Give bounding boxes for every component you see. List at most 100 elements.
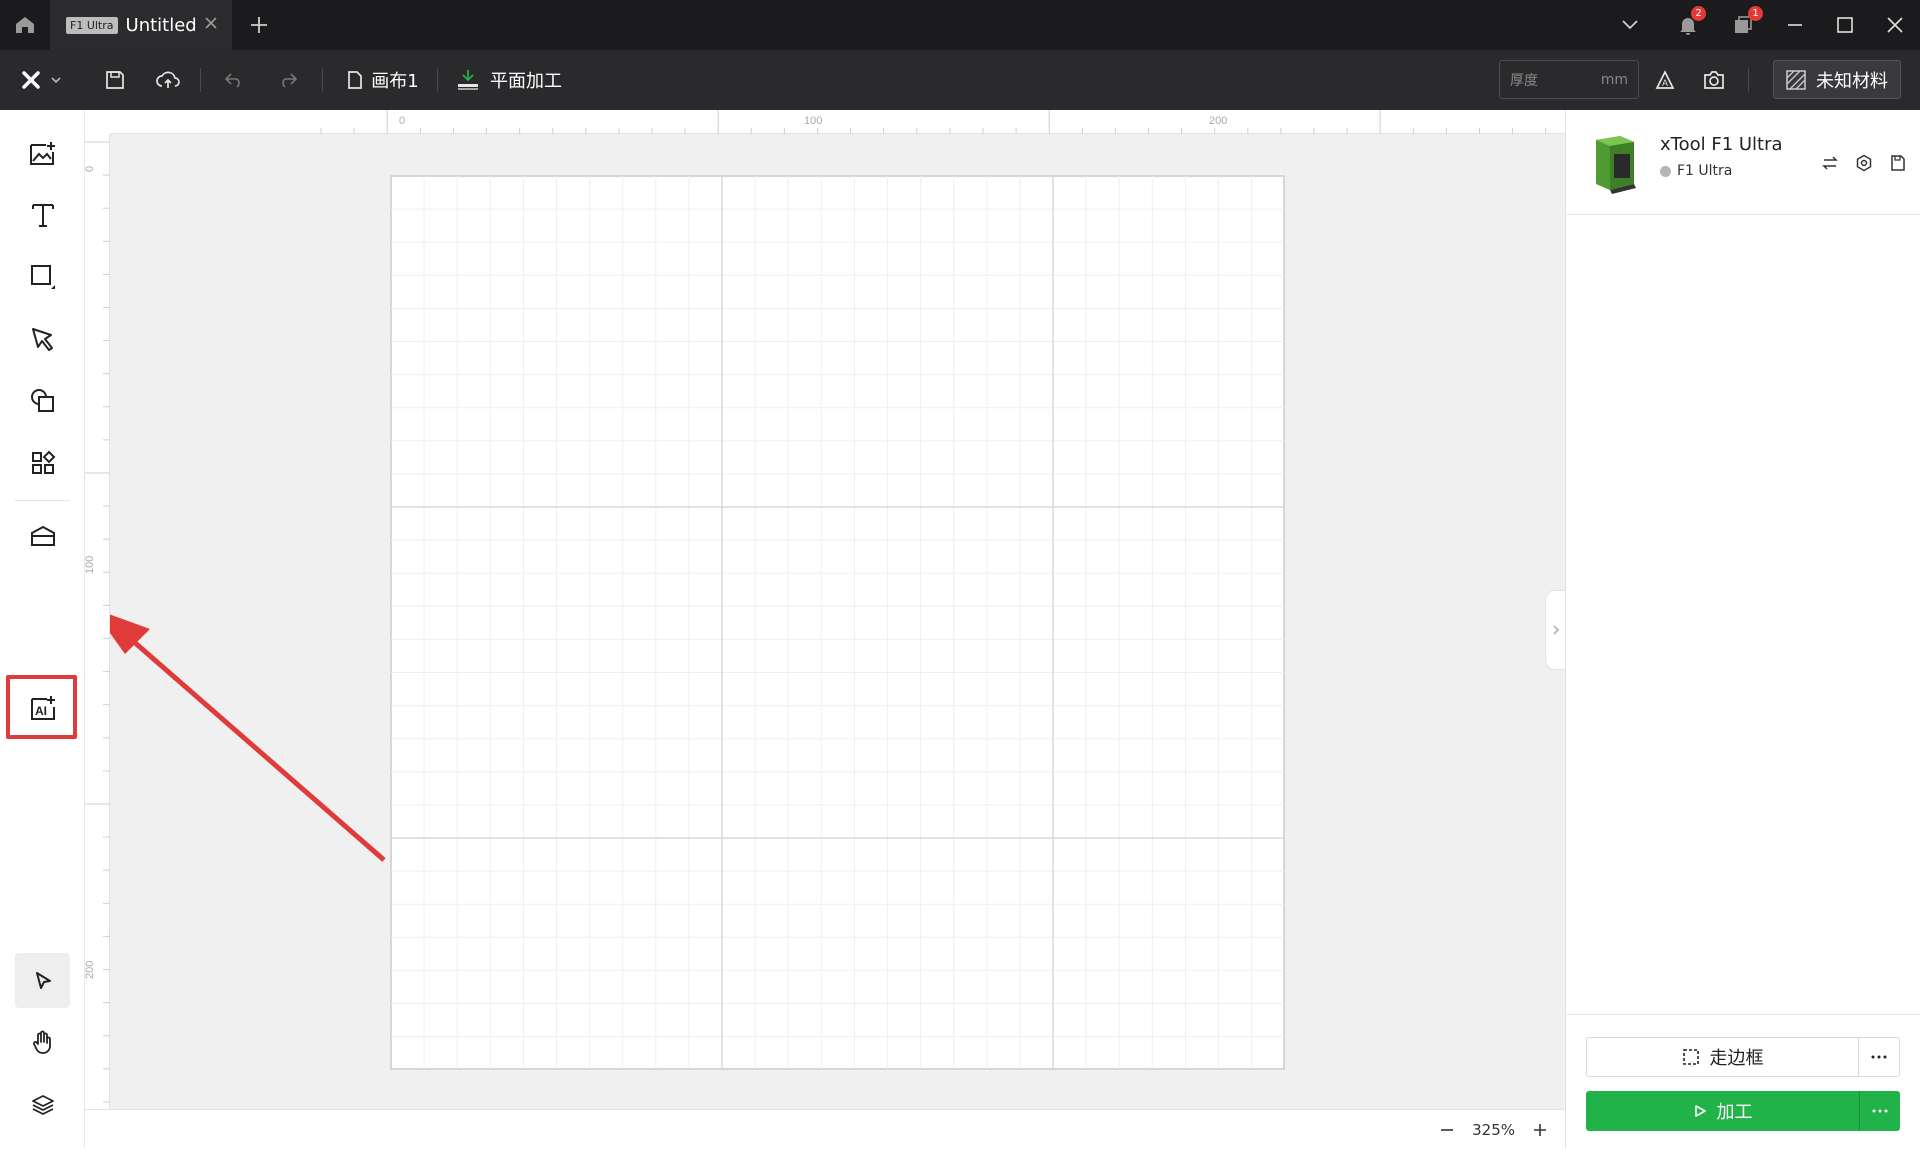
redo-button[interactable] <box>268 50 308 110</box>
process-label: 加工 <box>1716 1102 1753 1123</box>
elements-icon <box>31 450 55 474</box>
zoom-out-button[interactable] <box>1440 1123 1454 1137</box>
framing-more-button[interactable] <box>1859 1038 1899 1076</box>
canvas-area[interactable] <box>110 134 1565 1109</box>
left-ruler-label: 0 <box>85 166 96 172</box>
process-button[interactable]: 加工 <box>1586 1091 1860 1131</box>
gear-icon <box>1856 154 1872 172</box>
select-tool-button[interactable] <box>15 953 70 1008</box>
framing-button[interactable]: 走边框 <box>1587 1038 1859 1076</box>
auto-measure-icon: A <box>1655 70 1675 89</box>
svg-text:A: A <box>1662 78 1668 88</box>
device-files-button[interactable] <box>1889 154 1907 172</box>
status-dot <box>1660 165 1671 177</box>
notifications-button[interactable]: 2 <box>1663 0 1713 50</box>
notification-count-badge: 2 <box>1691 6 1706 21</box>
ai-tool-highlight-box <box>6 675 77 739</box>
status-bar: 325% <box>85 1109 1565 1149</box>
close-window-icon <box>1887 17 1903 33</box>
device-status: F1 Ultra <box>1660 163 1732 179</box>
annotation-arrow <box>123 632 386 862</box>
close-tab-button[interactable] <box>204 16 218 30</box>
frame-icon <box>1682 1049 1699 1065</box>
image-tool-button[interactable] <box>15 125 70 180</box>
ruler-corner <box>85 110 110 134</box>
device-name: xTool F1 Ultra <box>1660 134 1783 155</box>
home-icon <box>16 17 34 33</box>
material-selector[interactable]: 未知材料 <box>1773 60 1901 99</box>
messages-button[interactable]: 1 <box>1718 0 1768 50</box>
close-icon <box>205 17 217 29</box>
material-library-button[interactable] <box>15 508 70 563</box>
left-toolbar: AI <box>0 110 85 1149</box>
maximize-button[interactable] <box>1820 0 1870 50</box>
text-icon <box>31 203 54 227</box>
material-icon <box>1786 69 1806 90</box>
title-bar: F1 Ultra Untitled 2 1 <box>0 0 1920 50</box>
more-dots-icon <box>1871 1055 1887 1059</box>
main-toolbar: 画布1 平面加工 厚度 mm A 未知材料 <box>0 50 1920 110</box>
process-more-button[interactable] <box>1860 1091 1900 1131</box>
framing-label: 走边框 <box>1709 1048 1764 1069</box>
thickness-input[interactable]: 厚度 mm <box>1499 60 1639 99</box>
auto-measure-button[interactable]: A <box>1645 50 1685 110</box>
processing-mode-selector[interactable]: 平面加工 <box>455 50 563 110</box>
image-icon <box>29 141 55 165</box>
switch-device-button[interactable] <box>1821 154 1839 172</box>
tool-divider <box>14 500 70 501</box>
canvas-name: 画布1 <box>371 71 419 92</box>
more-dots-icon <box>1872 1109 1888 1113</box>
toolbar-divider <box>200 68 201 92</box>
camera-button[interactable] <box>1694 50 1734 110</box>
top-ruler-ticks: 0 100 200 <box>320 110 1547 134</box>
zoom-level[interactable]: 325% <box>1472 1121 1515 1139</box>
chevron-down-icon <box>1622 20 1638 30</box>
shape-tool-button[interactable] <box>15 249 70 304</box>
processing-mode-label: 平面加工 <box>490 71 562 92</box>
process-button-group: 加工 <box>1586 1091 1900 1131</box>
device-header: xTool F1 Ultra F1 Ultra <box>1566 110 1920 215</box>
right-panel: xTool F1 Ultra F1 Ultra 走边框 加工 <box>1565 110 1920 1149</box>
thickness-placeholder: 厚度 <box>1510 72 1538 89</box>
zoom-control: 325% <box>1440 1110 1547 1150</box>
top-ruler: 0 100 200 <box>110 110 1565 134</box>
left-ruler-label: 100 <box>85 556 96 574</box>
pen-icon <box>31 327 53 351</box>
minimize-icon <box>1788 24 1802 26</box>
undo-button[interactable] <box>214 50 254 110</box>
framing-button-group: 走边框 <box>1586 1037 1900 1077</box>
camera-icon <box>1704 71 1724 89</box>
material-library-icon <box>30 525 55 546</box>
minimize-button[interactable] <box>1770 0 1820 50</box>
cloud-save-button[interactable] <box>148 50 188 110</box>
shapes-library-button[interactable] <box>15 373 70 428</box>
panel-collapse-toggle[interactable] <box>1545 590 1565 670</box>
tab-list-button[interactable] <box>1605 0 1655 50</box>
app-menu-button[interactable] <box>14 50 72 110</box>
swap-icon <box>1822 156 1838 170</box>
zoom-in-button[interactable] <box>1533 1123 1547 1137</box>
close-window-button[interactable] <box>1870 0 1920 50</box>
home-button[interactable] <box>0 0 50 50</box>
layers-icon <box>31 1094 54 1115</box>
chevron-right-icon <box>1552 625 1559 635</box>
canvas-selector[interactable]: 画布1 <box>344 50 422 110</box>
new-tab-button[interactable] <box>248 14 270 36</box>
document-tab[interactable]: F1 Ultra Untitled <box>50 0 232 50</box>
device-image <box>1596 136 1636 194</box>
xtool-logo-icon <box>22 71 61 89</box>
document-icon <box>348 71 363 89</box>
elements-button[interactable] <box>15 435 70 490</box>
save-button[interactable] <box>95 50 135 110</box>
layers-button[interactable] <box>15 1077 70 1132</box>
hand-icon <box>32 1030 51 1054</box>
device-badge: F1 Ultra <box>66 16 118 34</box>
play-icon <box>1694 1105 1706 1117</box>
pen-tool-button[interactable] <box>15 311 70 366</box>
device-settings-button[interactable] <box>1855 154 1873 172</box>
top-ruler-label: 0 <box>399 115 405 127</box>
top-ruler-label: 100 <box>804 115 822 127</box>
hand-tool-button[interactable] <box>15 1015 70 1070</box>
text-tool-button[interactable] <box>15 187 70 242</box>
left-ruler-ticks: 0 100 200 <box>85 141 110 1103</box>
